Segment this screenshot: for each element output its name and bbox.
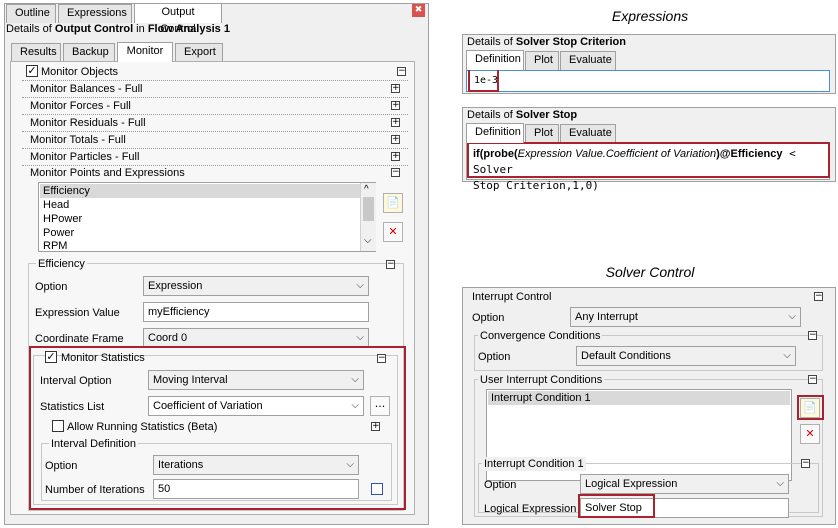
list-item[interactable]: HPower [40,212,82,226]
coordinate-frame-select[interactable]: Coord 0 ⌵ [143,328,369,348]
monitor-particles-row[interactable]: Monitor Particles - Full [30,150,139,164]
convergence-collapse-icon[interactable]: − [808,331,817,340]
chevron-down-icon: ⌵ [776,478,784,489]
solver-control-heading: Solver Control [605,264,695,280]
delete-icon[interactable]: ✕ [383,222,403,242]
criterion-value-highlight [468,68,499,92]
ic1-option-label: Option [484,479,517,491]
interrupt-control-label: Interrupt Control [472,291,552,303]
monitor-objects-collapse-icon[interactable]: − [397,67,406,76]
logical-expression-label: Logical Expression [484,503,577,515]
list-item[interactable]: Efficiency [40,184,360,198]
efficiency-collapse-icon[interactable]: − [386,260,395,269]
chevron-down-icon: ⌵ [356,280,364,291]
tab-plot[interactable]: Plot [525,124,559,143]
coordinate-frame-label: Coordinate Frame [35,333,124,345]
interrupt-condition-1-collapse-icon[interactable]: − [801,459,810,468]
monitor-points-collapse-icon[interactable]: − [391,168,400,177]
ic1-option-select[interactable]: Logical Expression ⌵ [580,474,789,494]
option-label: Option [35,281,68,293]
close-icon[interactable]: ✖ [412,4,425,17]
list-scrollbar[interactable]: ^ ⌵ [360,183,376,251]
chevron-down-icon: ⌵ [783,350,791,361]
tab-monitor[interactable]: Monitor [117,42,173,62]
tab-backup[interactable]: Backup [63,43,115,62]
monitor-balances-row[interactable]: Monitor Balances - Full [30,82,143,96]
tab-plot[interactable]: Plot [525,51,559,70]
list-item[interactable]: Interrupt Condition 1 [488,391,790,405]
tab-expressions[interactable]: Expressions [58,4,132,23]
expression-value-field[interactable]: myEfficiency [143,302,369,322]
delete-condition-icon[interactable]: ✕ [800,424,820,444]
monitor-points-list[interactable]: Efficiency Head HPower Power RPM ^ ⌵ [38,182,376,252]
convergence-conditions-label: Convergence Conditions [478,329,603,343]
tab-definition[interactable]: Definition [466,50,524,70]
list-item[interactable]: Power [40,226,74,240]
monitor-points-row[interactable]: Monitor Points and Expressions [30,166,185,180]
scroll-down-icon[interactable]: ⌵ [364,235,372,246]
monitor-balances-expand-icon[interactable]: + [391,84,400,93]
solver-stop-criterion-title: Details of Solver Stop Criterion [467,36,626,48]
monitor-totals-expand-icon[interactable]: + [391,135,400,144]
interrupt-option-label: Option [472,312,505,324]
expressions-heading: Expressions [611,8,689,24]
option-select[interactable]: Expression ⌵ [143,276,369,296]
tab-evaluate[interactable]: Evaluate [560,51,616,70]
convergence-option-label: Option [478,351,511,363]
user-interrupt-conditions-label: User Interrupt Conditions [478,373,605,387]
logical-expression-highlight [578,494,655,518]
monitor-forces-row[interactable]: Monitor Forces - Full [30,99,131,113]
chevron-down-icon: ⌵ [788,311,796,322]
interrupt-option-select[interactable]: Any Interrupt ⌵ [570,307,801,327]
list-item[interactable]: Head [40,198,69,212]
tab-results[interactable]: Results [11,43,61,62]
tab-output-control[interactable]: Output Control [134,3,222,35]
scroll-thumb[interactable] [363,197,374,221]
efficiency-header: Efficiency [36,257,87,271]
monitor-objects-checkbox[interactable]: ✓ [26,65,38,77]
expression-value-label: Expression Value [35,307,120,319]
tab-export[interactable]: Export [175,43,223,62]
interrupt-condition-1-label: Interrupt Condition 1 [482,457,586,471]
list-item[interactable]: RPM [40,240,67,252]
monitor-totals-row[interactable]: Monitor Totals - Full [30,133,126,147]
monitor-residuals-expand-icon[interactable]: + [391,118,400,127]
user-interrupt-collapse-icon[interactable]: − [808,375,817,384]
tab-definition[interactable]: Definition [466,123,524,143]
monitor-residuals-row[interactable]: Monitor Residuals - Full [30,116,146,130]
new-condition-highlight [797,395,824,420]
solver-stop-expression-highlight [467,142,830,178]
monitor-particles-expand-icon[interactable]: + [391,152,400,161]
convergence-option-select[interactable]: Default Conditions ⌵ [576,346,796,366]
tab-evaluate[interactable]: Evaluate [560,124,616,143]
chevron-down-icon: ⌵ [356,332,364,343]
solver-stop-title: Details of Solver Stop [467,109,578,121]
monitor-forces-expand-icon[interactable]: + [391,101,400,110]
scroll-up-icon[interactable]: ^ [364,184,369,195]
new-item-icon[interactable]: 📄 [383,193,403,213]
tab-outline[interactable]: Outline [6,4,56,23]
details-title: Details of Output Control in Flow Analys… [6,23,230,35]
interrupt-control-collapse-icon[interactable]: − [814,292,823,301]
solver-stop-criterion-definition[interactable] [466,70,830,92]
monitor-statistics-highlight [29,346,406,510]
monitor-objects-label: Monitor Objects [41,66,119,78]
